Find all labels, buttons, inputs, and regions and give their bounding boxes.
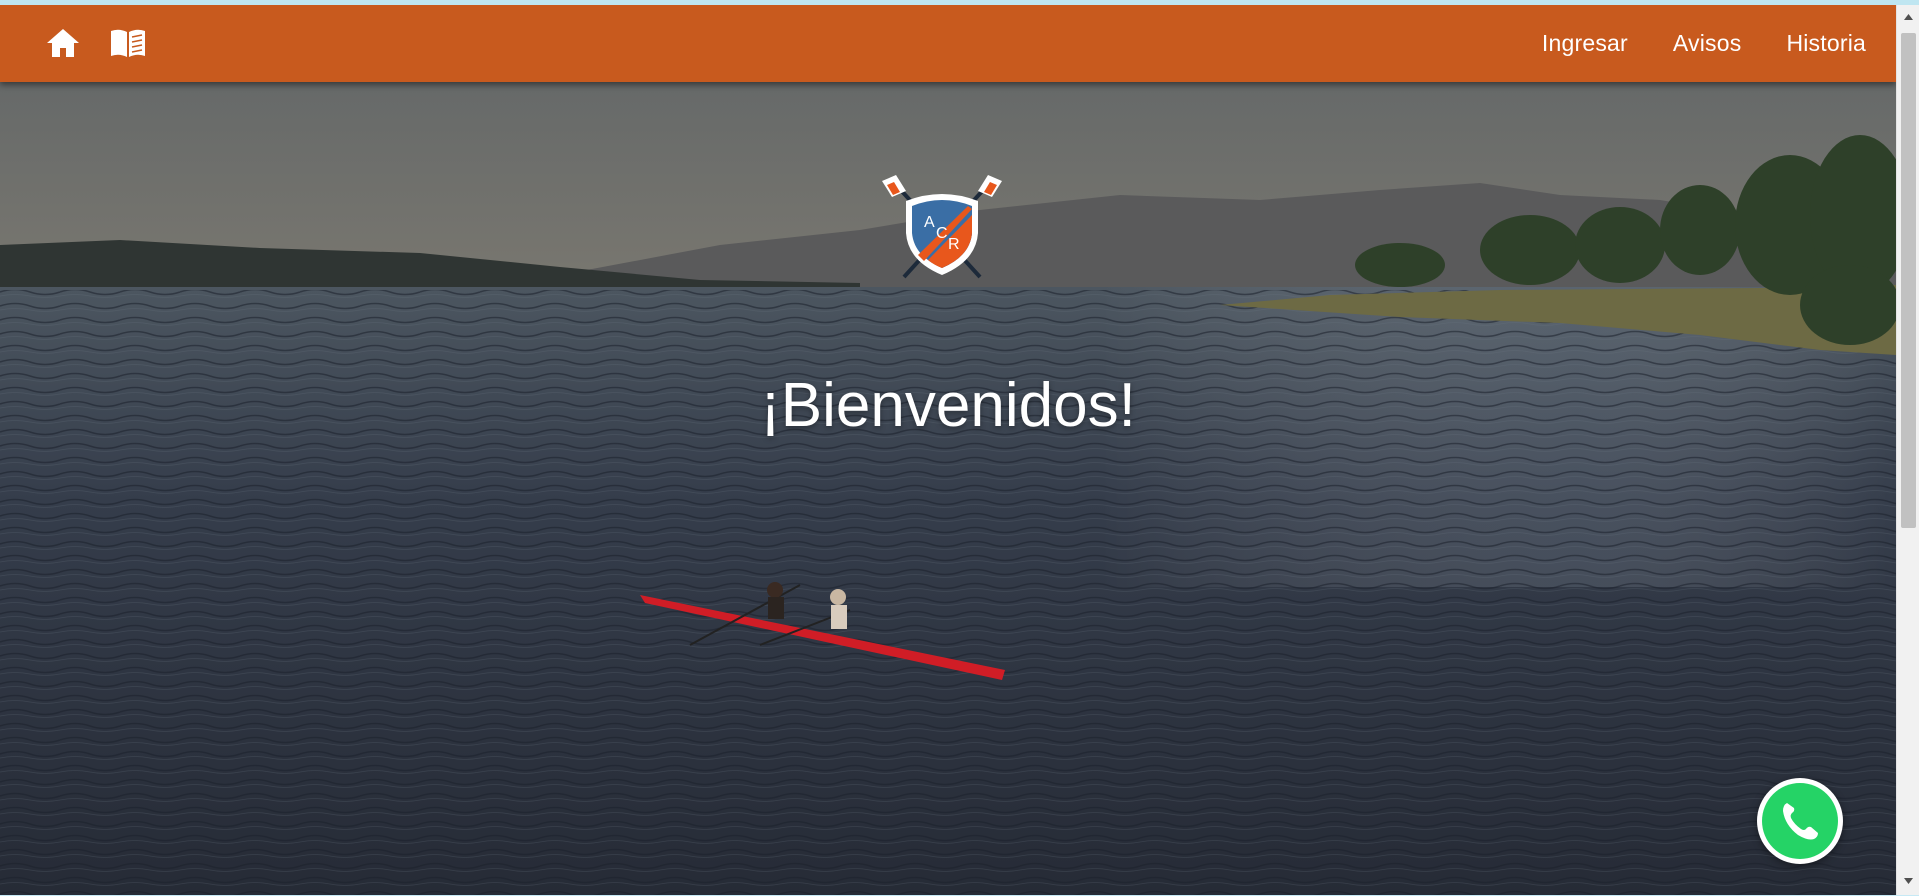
nav-link-ingresar[interactable]: Ingresar	[1542, 30, 1628, 57]
vertical-scrollbar[interactable]	[1896, 5, 1919, 895]
nav-links: Ingresar Avisos Historia	[1542, 5, 1866, 82]
whatsapp-button-inner	[1762, 783, 1838, 859]
whatsapp-button[interactable]	[1757, 778, 1843, 864]
nav-link-avisos[interactable]: Avisos	[1673, 30, 1742, 57]
hero-background-image	[0, 5, 1896, 895]
book-icon[interactable]	[109, 26, 145, 60]
logo-letter-c: C	[936, 225, 948, 242]
whatsapp-phone-icon	[1783, 803, 1818, 840]
logo-letter-a: A	[924, 214, 935, 231]
club-logo: A C R	[880, 175, 1004, 283]
scroll-up-arrow-icon[interactable]	[1897, 7, 1919, 27]
page-viewport: Ingresar Avisos Historia A C R ¡Bienveni…	[0, 5, 1896, 895]
scrollbar-thumb[interactable]	[1901, 33, 1916, 528]
home-icon[interactable]	[45, 26, 81, 60]
scroll-down-arrow-icon[interactable]	[1897, 871, 1919, 891]
nav-link-historia[interactable]: Historia	[1786, 30, 1866, 57]
welcome-heading: ¡Bienvenidos!	[760, 371, 1136, 440]
logo-letter-r: R	[948, 236, 960, 253]
top-navbar: Ingresar Avisos Historia	[0, 5, 1896, 82]
